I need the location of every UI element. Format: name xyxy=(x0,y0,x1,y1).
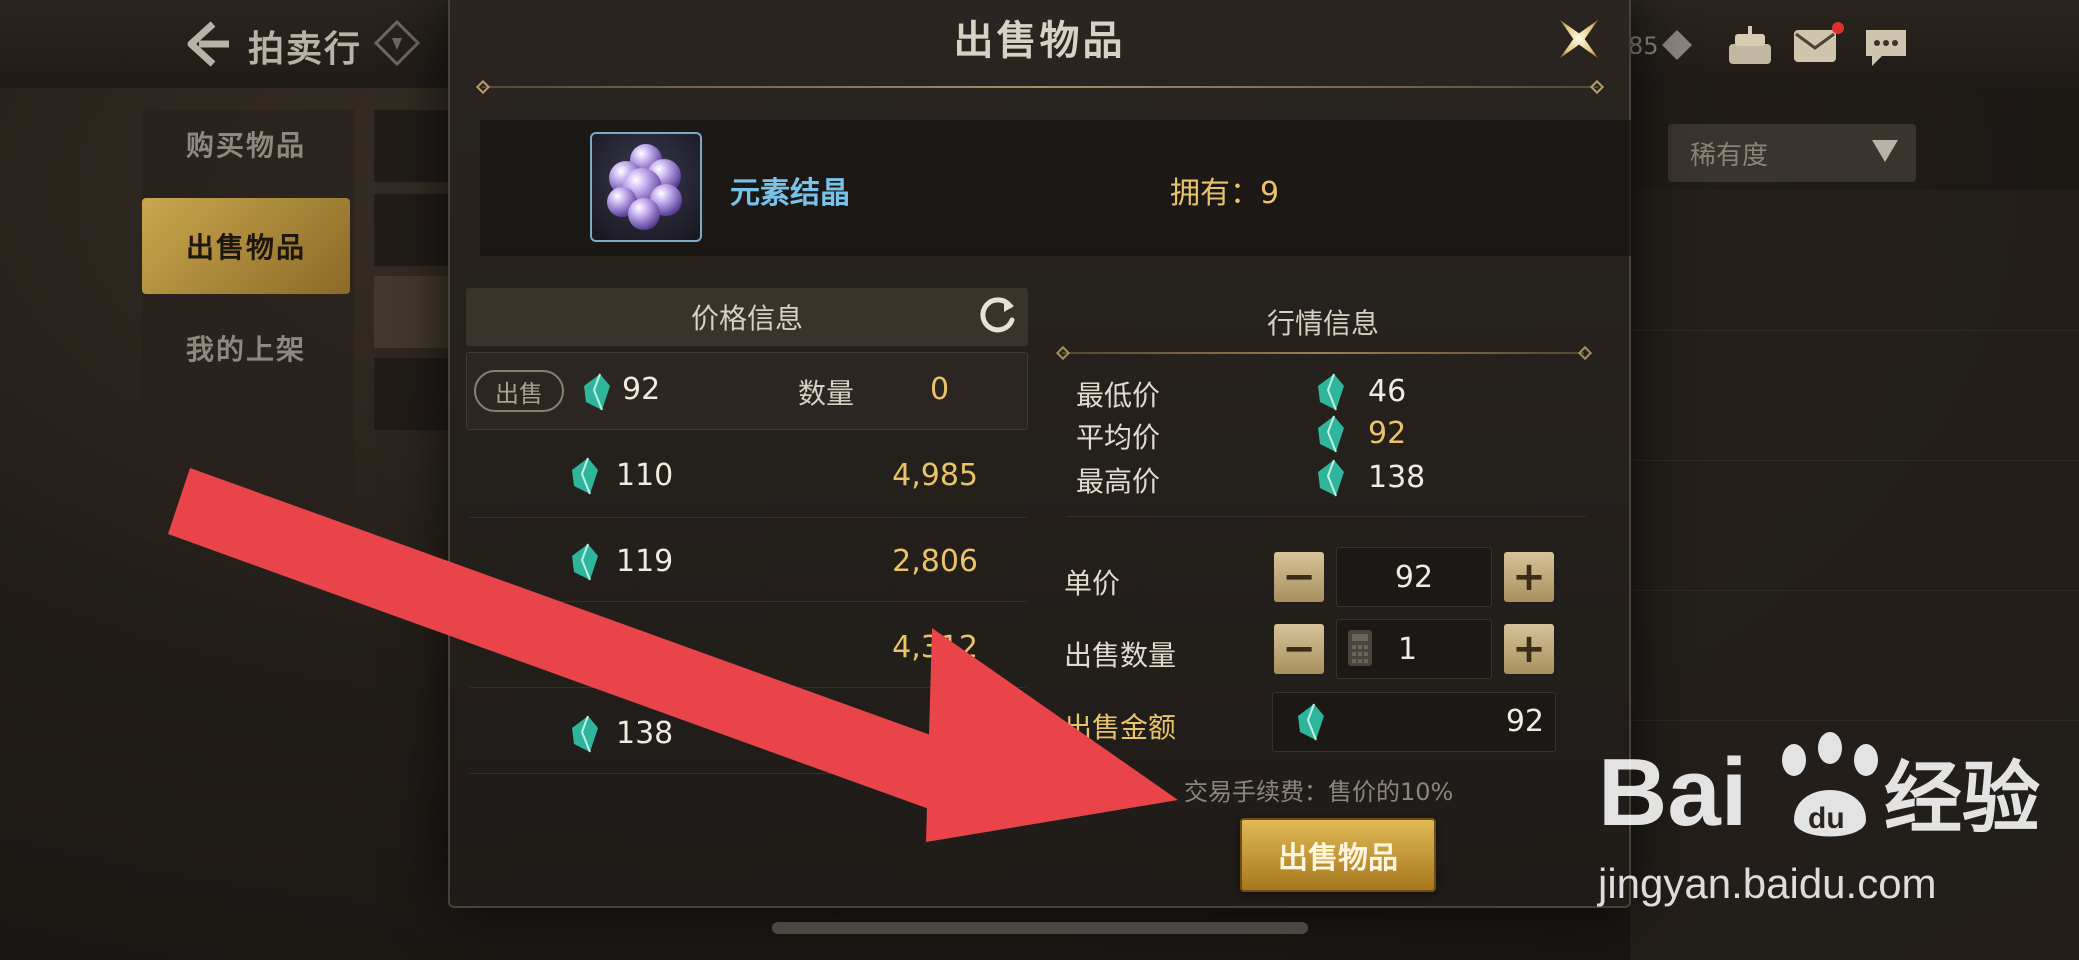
unit-price-minus-button[interactable]: − xyxy=(1274,552,1324,602)
gem-currency-icon xyxy=(584,373,610,411)
divider xyxy=(1066,516,1586,517)
refresh-icon[interactable] xyxy=(974,292,1020,338)
lowest-price-value: 46 xyxy=(1368,374,1407,409)
currency-amount: 85 xyxy=(1628,32,1659,60)
market-info-header: 行情信息 xyxy=(1266,307,1379,340)
listing-price: 119 xyxy=(616,544,674,579)
chat-icon[interactable] xyxy=(1862,26,1910,68)
rarity-filter-dropdown[interactable]: 稀有度 xyxy=(1668,124,1916,182)
listing-price: 138 xyxy=(616,716,674,751)
background-list-item xyxy=(374,276,454,348)
market-divider xyxy=(1062,352,1584,354)
back-arrow-icon[interactable] xyxy=(175,14,235,74)
listing-count: 2,806 xyxy=(892,544,978,579)
gem-currency-icon xyxy=(1318,459,1344,497)
listing-count: 4,312 xyxy=(892,630,978,665)
owned-count: 拥有：9 xyxy=(1170,176,1280,211)
highest-price-label: 最高价 xyxy=(1076,465,1161,498)
unit-price-label: 单价 xyxy=(1064,567,1121,600)
my-listing-price: 92 xyxy=(622,372,661,407)
quantity-plus-button[interactable]: + xyxy=(1504,624,1554,674)
table-row xyxy=(470,690,1026,774)
price-info-header: 价格信息 xyxy=(466,288,1028,346)
sidebar-item-sell[interactable]: 出售物品 xyxy=(142,198,350,294)
crystal-cluster-icon xyxy=(607,144,682,230)
svg-text:经验: 经验 xyxy=(1884,754,2040,844)
item-crystal-icon[interactable] xyxy=(590,132,702,242)
home-indicator[interactable] xyxy=(772,922,1308,934)
gem-currency-icon xyxy=(572,715,598,753)
mail-icon[interactable] xyxy=(1792,26,1838,66)
dropdown-arrow-icon xyxy=(1872,140,1898,162)
lowest-price-label: 最低价 xyxy=(1076,379,1161,412)
page-title: 拍卖行 xyxy=(248,29,363,70)
quantity-value: 1 xyxy=(1398,632,1418,667)
watermark-url: jingyan.baidu.com xyxy=(1598,860,1937,907)
close-icon[interactable] xyxy=(1546,6,1612,72)
background-list-item xyxy=(374,110,454,182)
gem-currency-icon xyxy=(1318,415,1344,453)
gem-currency-icon xyxy=(572,457,598,495)
sell-item-button[interactable]: 出售物品 xyxy=(1240,818,1436,892)
calculator-icon[interactable] xyxy=(1346,628,1374,668)
sidebar-item-buy[interactable]: 购买物品 xyxy=(142,96,350,192)
background-list-item xyxy=(374,194,454,266)
divider xyxy=(1630,720,2079,721)
event-cake-icon[interactable] xyxy=(1725,24,1775,68)
item-name: 元素结晶 xyxy=(730,176,850,211)
rarity-filter-label: 稀有度 xyxy=(1690,140,1769,171)
divider xyxy=(1630,460,2079,461)
currency-gem-icon xyxy=(1662,30,1692,60)
svg-text:Bai: Bai xyxy=(1598,739,1747,846)
sell-quantity-label: 出售数量 xyxy=(1064,639,1177,672)
gem-currency-icon xyxy=(1318,373,1344,411)
divider xyxy=(1630,590,2079,591)
svg-text:du: du xyxy=(1808,802,1845,835)
unit-price-plus-button[interactable]: + xyxy=(1504,552,1554,602)
listing-count: 4,985 xyxy=(892,458,978,493)
transaction-fee-note: 交易手续费：售价的10% xyxy=(1184,778,1454,806)
unit-price-value: 92 xyxy=(1394,560,1434,595)
highest-price-value: 138 xyxy=(1368,460,1426,495)
sell-total-value: 92 xyxy=(1505,704,1544,739)
average-price-label: 平均价 xyxy=(1076,421,1161,454)
sidebar-item-my-listings[interactable]: 我的上架 xyxy=(142,300,350,396)
average-price-value: 92 xyxy=(1368,416,1407,451)
quantity-value: 0 xyxy=(930,372,950,407)
notification-dot xyxy=(1832,22,1844,34)
sell-total-label: 出售金额 xyxy=(1064,711,1177,744)
background-list-item xyxy=(374,358,454,430)
gem-currency-icon xyxy=(572,629,598,667)
listing-price: 110 xyxy=(616,458,674,493)
gem-currency-icon xyxy=(1298,703,1324,741)
baidu-jingyan-logo: Bai du 经验 xyxy=(1598,732,2040,846)
help-diamond-icon[interactable] xyxy=(372,18,422,68)
sell-tag-badge: 出售 xyxy=(474,370,564,412)
gem-currency-icon xyxy=(572,543,598,581)
modal-title: 出售物品 xyxy=(953,18,1126,64)
divider xyxy=(1630,330,2079,331)
quantity-minus-button[interactable]: − xyxy=(1274,624,1324,674)
quantity-label: 数量 xyxy=(798,377,855,410)
title-divider xyxy=(482,86,1598,88)
